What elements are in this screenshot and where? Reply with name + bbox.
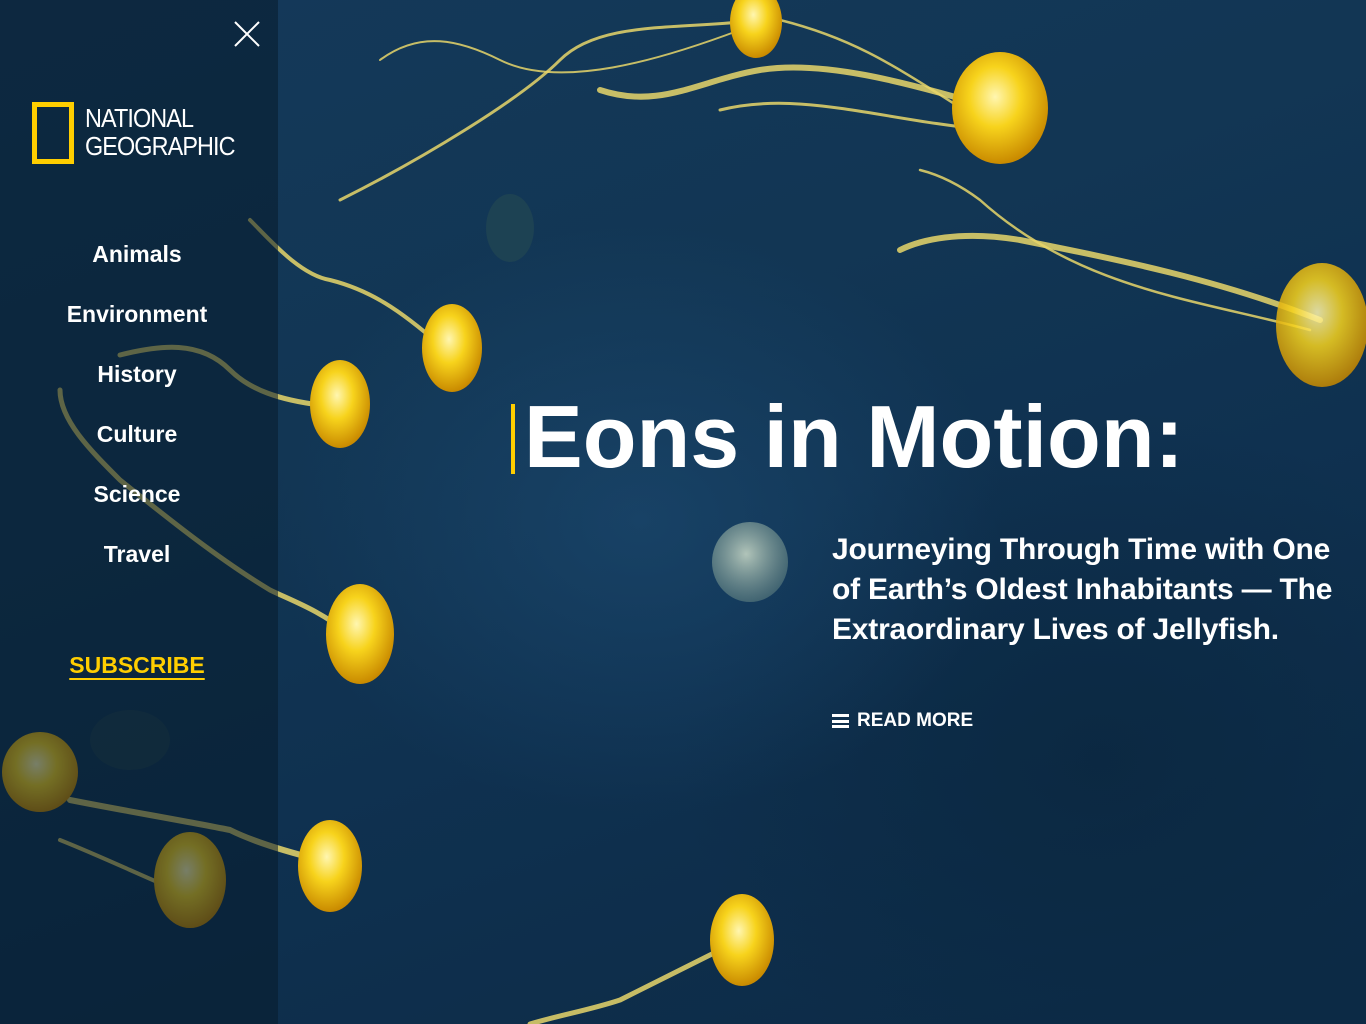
headline-accent-bar xyxy=(511,404,515,474)
nav-item-animals[interactable]: Animals xyxy=(0,224,274,284)
logo-line-1: NATIONAL xyxy=(85,103,194,133)
subscribe-link[interactable]: SUBSCRIBE xyxy=(0,652,274,679)
menu-icon xyxy=(832,714,849,728)
hero-title: Eons in Motion: xyxy=(524,387,1184,486)
yellow-border-icon xyxy=(32,102,74,164)
main-navigation: Animals Environment History Culture Scie… xyxy=(0,224,274,584)
close-icon xyxy=(234,21,260,47)
read-more-label: READ MORE xyxy=(857,710,974,731)
nav-item-history[interactable]: History xyxy=(0,344,274,404)
national-geographic-logo[interactable]: NATIONAL GEOGRAPHIC xyxy=(32,102,252,166)
nav-item-culture[interactable]: Culture xyxy=(0,404,274,464)
nav-item-travel[interactable]: Travel xyxy=(0,524,274,584)
close-button[interactable] xyxy=(229,16,265,52)
hero-subtitle: Journeying Through Time with One of Eart… xyxy=(832,533,1333,646)
logo-wordmark: NATIONAL GEOGRAPHIC xyxy=(85,103,236,161)
sidebar-menu: NATIONAL GEOGRAPHIC Animals Environment … xyxy=(0,0,278,1024)
logo-line-2: GEOGRAPHIC xyxy=(85,131,236,161)
nav-item-science[interactable]: Science xyxy=(0,464,274,524)
nav-item-environment[interactable]: Environment xyxy=(0,284,274,344)
read-more-button[interactable]: READ MORE xyxy=(832,708,973,734)
